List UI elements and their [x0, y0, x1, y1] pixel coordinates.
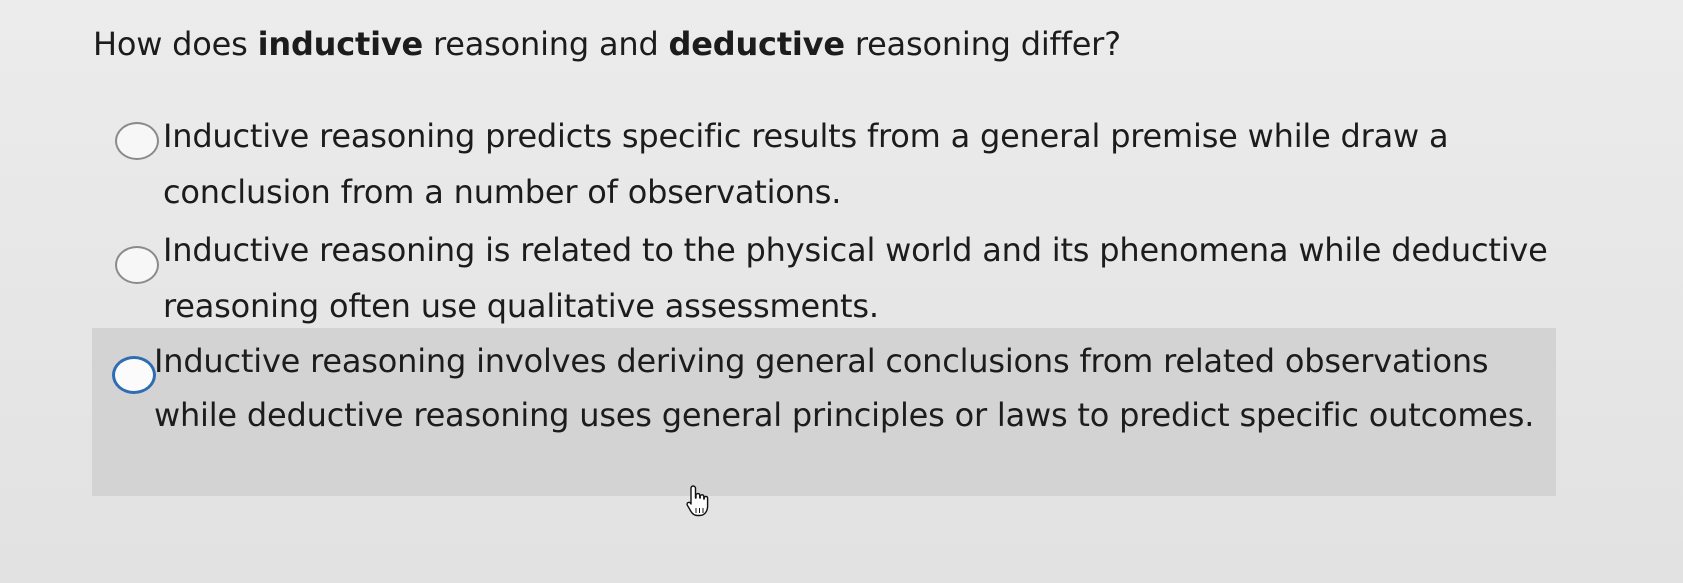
question-prefix: How does [93, 25, 258, 63]
radio-button-3[interactable] [112, 356, 156, 394]
radio-button-1[interactable] [115, 122, 159, 160]
answer-option-1-label: Inductive reasoning predicts specific re… [163, 117, 1449, 211]
hand-pointer-icon [686, 485, 709, 517]
question-suffix: reasoning differ? [844, 25, 1121, 63]
question-bold-inductive: inductive [257, 25, 424, 63]
answer-option-2-label: Inductive reasoning is related to the ph… [163, 231, 1548, 325]
answer-option-2[interactable]: Inductive reasoning is related to the ph… [98, 222, 1558, 332]
answer-option-3[interactable]: Inductive reasoning involves deriving ge… [92, 328, 1556, 496]
question-middle: reasoning and [423, 25, 669, 63]
radio-button-2[interactable] [115, 246, 159, 284]
question-bold-deductive: deductive [668, 25, 845, 63]
question-text: How does inductive reasoning and deducti… [93, 22, 1121, 66]
quiz-page: How does inductive reasoning and deducti… [0, 0, 1683, 583]
answer-option-3-label: Inductive reasoning involves deriving ge… [154, 342, 1535, 434]
answer-option-1[interactable]: Inductive reasoning predicts specific re… [98, 108, 1558, 218]
